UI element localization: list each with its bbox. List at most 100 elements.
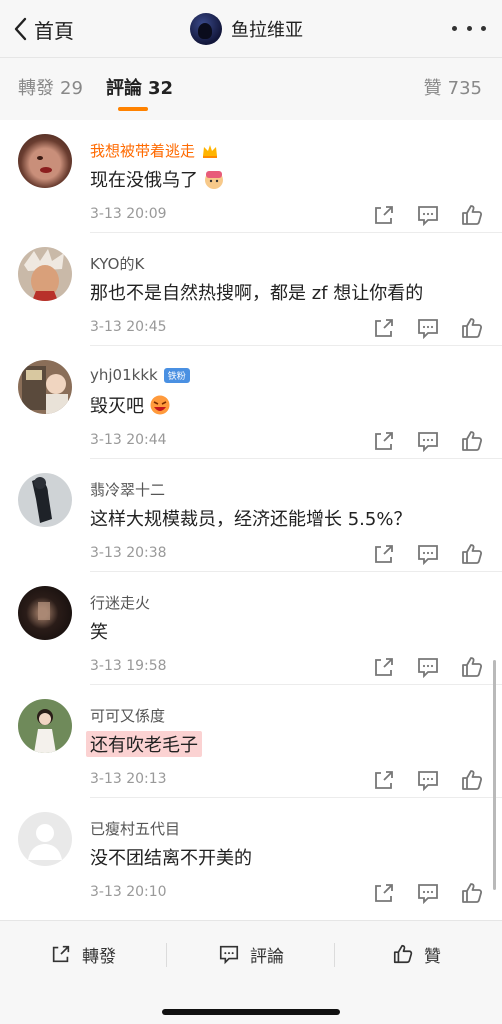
repost-label: 轉發 — [82, 946, 116, 967]
comment-text-highlighted: 还有吹老毛子 — [86, 731, 202, 757]
comment-icon[interactable] — [416, 430, 440, 452]
like-icon[interactable] — [460, 882, 484, 904]
share-icon[interactable] — [372, 543, 396, 565]
like-button[interactable]: 贊 — [392, 941, 441, 967]
timestamp: 3-13 20:44 — [90, 432, 167, 448]
timestamp: 3-13 20:13 — [90, 771, 167, 787]
avatar-default[interactable] — [18, 812, 72, 866]
like-icon[interactable] — [460, 317, 484, 339]
dot-icon — [466, 25, 472, 31]
dot-icon — [452, 25, 457, 31]
comment-item: 行迷走火 笑 3-13 19:58 — [0, 572, 502, 685]
comment-actions — [352, 543, 484, 565]
scrollbar[interactable] — [493, 660, 496, 890]
comment-button[interactable]: 評論 — [218, 941, 284, 967]
timestamp: 3-13 20:38 — [90, 545, 167, 561]
avatar[interactable] — [18, 586, 72, 640]
avatar[interactable] — [18, 473, 72, 527]
comment-icon — [219, 945, 239, 965]
share-icon[interactable] — [372, 769, 396, 791]
username[interactable]: 行迷走火 — [90, 592, 150, 613]
username[interactable]: 可可又係度 — [90, 705, 165, 726]
divider — [334, 943, 335, 967]
timestamp: 3-13 20:45 — [90, 319, 167, 335]
avatar[interactable] — [18, 360, 72, 414]
username[interactable]: 已瘦村五代目 — [90, 818, 180, 839]
back-button[interactable]: 首頁 — [12, 14, 74, 44]
timestamp: 3-13 20:10 — [90, 884, 167, 900]
like-icon[interactable] — [460, 543, 484, 565]
username[interactable]: 翡冷翠十二 — [90, 479, 165, 500]
home-indicator[interactable] — [162, 1009, 340, 1015]
tab-count: 32 — [148, 78, 174, 99]
share-icon[interactable] — [372, 430, 396, 452]
author-avatar — [190, 13, 222, 45]
repost-button[interactable]: 轉發 — [50, 941, 116, 967]
comment-text: 现在没俄乌了 — [90, 166, 226, 192]
like-icon[interactable] — [460, 204, 484, 226]
laughing-emoji-icon — [150, 395, 170, 415]
username[interactable]: 我想被带着逃走 — [90, 140, 219, 161]
comment-text: 这样大规模裁员，经济还能增长 5.5%？ — [90, 509, 412, 530]
timestamp: 3-13 19:58 — [90, 658, 167, 674]
tab-reposts[interactable]: 轉發 29 — [18, 74, 83, 100]
share-icon[interactable] — [372, 656, 396, 678]
fan-badge: 铁粉 — [163, 367, 190, 383]
tab-label: 轉發 — [18, 78, 54, 99]
back-label: 首頁 — [34, 18, 74, 43]
comment-icon[interactable] — [416, 543, 440, 565]
avatar[interactable] — [18, 699, 72, 753]
tab-likes[interactable]: 贊 735 — [424, 74, 482, 100]
comment-item: 可可又係度 还有吹老毛子 3-13 20:13 — [0, 685, 502, 798]
page-title: 鱼拉维亚 — [231, 20, 303, 41]
default-user-icon — [28, 824, 62, 860]
comment-item: yhj01kkk 铁粉 毁灭吧 3-13 20:44 — [0, 346, 502, 459]
share-icon[interactable] — [372, 882, 396, 904]
comment-icon[interactable] — [416, 204, 440, 226]
comment-item: 我想被带着逃走 现在没俄乌了 3-13 20:09 — [0, 120, 502, 233]
comment-actions — [352, 430, 484, 452]
like-icon — [393, 944, 413, 964]
comment-text: 那也不是自然热搜啊，都是 zf 想让你看的 — [90, 283, 424, 304]
like-icon[interactable] — [460, 430, 484, 452]
comment-actions — [352, 769, 484, 791]
comment-actions — [352, 317, 484, 339]
like-icon[interactable] — [460, 656, 484, 678]
comment-item: 已瘦村五代目 没不团结离不开美的 3-13 20:10 — [0, 798, 502, 911]
emoji-icon — [205, 171, 223, 189]
comment-text: 笑 — [90, 622, 108, 643]
member-crown-icon — [203, 144, 218, 158]
divider — [166, 943, 167, 967]
title-area[interactable]: 鱼拉维亚 — [190, 12, 303, 46]
comment-icon[interactable] — [416, 882, 440, 904]
avatar[interactable] — [18, 247, 72, 301]
share-icon[interactable] — [372, 204, 396, 226]
tab-comments[interactable]: 評論 32 — [106, 74, 173, 100]
top-bar: 首頁 鱼拉维亚 — [0, 0, 502, 58]
comment-icon[interactable] — [416, 769, 440, 791]
avatar[interactable] — [18, 134, 72, 188]
like-icon[interactable] — [460, 769, 484, 791]
dot-icon — [481, 25, 486, 31]
timestamp: 3-13 20:09 — [90, 206, 167, 222]
share-icon — [52, 945, 70, 963]
comment-label: 評論 — [250, 946, 284, 967]
comment-icon[interactable] — [416, 317, 440, 339]
username[interactable]: KYO的K — [90, 253, 144, 274]
comment-actions — [352, 882, 484, 904]
share-icon[interactable] — [372, 317, 396, 339]
chevron-left-icon — [14, 17, 27, 41]
tab-label: 贊 — [423, 78, 442, 99]
comment-item: KYO的K 那也不是自然热搜啊，都是 zf 想让你看的 3-13 20:45 — [0, 233, 502, 346]
comment-actions — [352, 204, 484, 226]
tab-bar: 轉發 29 評論 32 贊 735 — [0, 58, 502, 120]
more-options-button[interactable] — [452, 16, 486, 40]
comment-text: 毁灭吧 — [90, 392, 172, 418]
tab-label: 評論 — [106, 78, 142, 99]
active-tab-indicator — [118, 107, 148, 111]
comment-text: 没不团结离不开美的 — [90, 848, 252, 869]
comment-list: 我想被带着逃走 现在没俄乌了 3-13 20:09 KYO的K 那也不是自然热搜… — [0, 120, 502, 920]
bottom-action-bar: 轉發 評論 贊 — [0, 920, 502, 1024]
username[interactable]: yhj01kkk 铁粉 — [90, 366, 190, 384]
comment-icon[interactable] — [416, 656, 440, 678]
